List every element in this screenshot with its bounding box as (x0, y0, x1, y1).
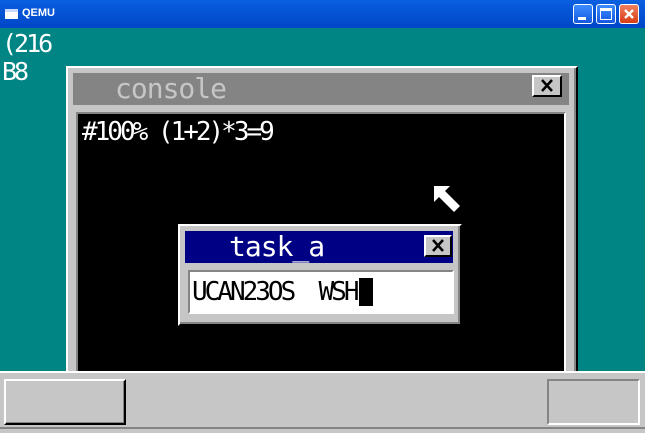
taskbar (0, 371, 645, 433)
console-output-line: #100% (1+2)*3=9 (82, 117, 275, 147)
task-a-input-text: UCAN23OS WSH (192, 275, 373, 309)
guest-desktop: (216 B8 console #100% (1+2)*3=9 task_a U… (0, 28, 645, 433)
host-window-title: QEMU (22, 7, 55, 19)
task-a-close-button[interactable] (424, 235, 452, 257)
desktop-debug-line-1: (216 (2, 29, 53, 58)
console-close-button[interactable] (532, 75, 562, 97)
close-icon (541, 79, 553, 92)
system-tray (547, 379, 640, 425)
start-button[interactable] (4, 379, 126, 425)
maximize-icon (600, 8, 612, 20)
minimize-icon (578, 17, 586, 20)
desktop-debug-line-2: B8 (2, 57, 29, 86)
console-title: console (115, 72, 227, 105)
task-a-titlebar[interactable]: task_a (185, 231, 453, 263)
text-cursor (358, 278, 373, 306)
close-icon (624, 9, 634, 19)
taskbar-bottom-edge (0, 427, 645, 429)
mouse-pointer-icon (434, 186, 460, 212)
maximize-button[interactable] (596, 4, 616, 24)
minimize-button[interactable] (573, 4, 593, 24)
task-a-title: task_a (229, 230, 325, 263)
window-icon (5, 9, 18, 19)
host-close-button[interactable] (619, 4, 639, 24)
close-icon (432, 239, 444, 252)
task-a-window[interactable]: task_a UCAN23OS WSH (178, 224, 462, 326)
task-a-input-value: UCAN23OS WSH (192, 277, 359, 307)
task-a-text-box[interactable]: UCAN23OS WSH (188, 270, 454, 314)
host-titlebar: QEMU (0, 0, 645, 28)
console-titlebar[interactable]: console (73, 73, 569, 105)
